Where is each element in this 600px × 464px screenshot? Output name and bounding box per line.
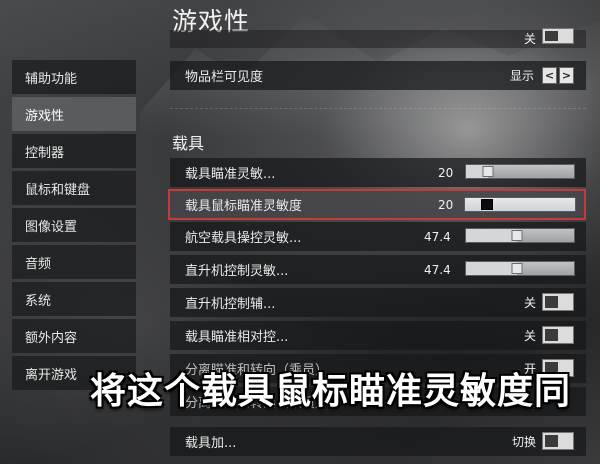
- setting-toggle[interactable]: [542, 326, 574, 344]
- setting-row-vehicle-aim-relative[interactable]: 载具瞄准相对控... 关: [170, 321, 586, 350]
- sidebar-item-label: 游戏性: [25, 108, 65, 124]
- toggle-knob: [545, 329, 558, 341]
- setting-label: 航空载具操控灵敏...: [185, 231, 302, 246]
- setting-value: 关: [523, 32, 536, 46]
- sidebar-item-audio[interactable]: 音频: [12, 245, 136, 279]
- sidebar-item-extra-content[interactable]: 额外内容: [12, 319, 136, 353]
- sidebar-item-system[interactable]: 系统: [12, 282, 136, 316]
- setting-value: 20: [438, 197, 454, 212]
- setting-label: 物品栏可见度: [185, 70, 264, 85]
- setting-label: 载具鼠标瞄准灵敏度: [185, 199, 303, 214]
- setting-row-vehicle-acceleration[interactable]: 载具加... 切换: [170, 427, 586, 456]
- chevron-right-icon[interactable]: >: [559, 67, 574, 84]
- option-arrows: < >: [542, 67, 574, 84]
- slider-thumb[interactable]: [482, 166, 494, 177]
- sensitivity-slider[interactable]: [465, 261, 575, 276]
- sidebar-item-gameplay[interactable]: 游戏性: [12, 97, 136, 131]
- sidebar-item-label: 控制器: [25, 145, 65, 161]
- slider-thumb[interactable]: [511, 263, 523, 274]
- video-subtitle: 将这个载具鼠标瞄准灵敏度同: [90, 371, 572, 412]
- setting-value: 切换: [511, 435, 536, 449]
- section-divider: [170, 108, 586, 109]
- sidebar-item-mouse-keyboard[interactable]: 鼠标和键盘: [12, 171, 136, 205]
- sidebar-item-label: 额外内容: [25, 330, 78, 346]
- settings-sidebar: 辅助功能 游戏性 控制器 鼠标和键盘 图像设置 音频 系统 额外内容 离开游戏: [12, 60, 136, 393]
- setting-toggle[interactable]: [542, 28, 574, 44]
- toggle-knob: [545, 31, 558, 41]
- sidebar-item-label: 图像设置: [25, 219, 78, 235]
- slider-thumb[interactable]: [511, 230, 523, 241]
- setting-label: 载具瞄准相对控...: [185, 330, 289, 345]
- setting-label: 直升机控制辅...: [185, 297, 276, 312]
- sensitivity-slider[interactable]: [465, 164, 575, 179]
- setting-value: 20: [438, 165, 454, 180]
- setting-toggle[interactable]: [542, 293, 574, 311]
- setting-value: 显示: [509, 69, 534, 83]
- sensitivity-slider[interactable]: [465, 228, 575, 243]
- chevron-left-icon[interactable]: <: [542, 67, 557, 84]
- setting-value: 47.4: [424, 262, 451, 277]
- setting-row-air-vehicle-sensitivity[interactable]: 航空载具操控灵敏... 47.4: [170, 222, 586, 251]
- setting-row-helicopter-assist[interactable]: 直升机控制辅... 关: [170, 288, 586, 317]
- setting-row-inventory-visibility[interactable]: 物品栏可见度 显示 < >: [170, 61, 586, 90]
- setting-label: 载具加...: [185, 436, 237, 451]
- setting-label: 直升机控制灵敏...: [185, 264, 289, 279]
- setting-row-partial[interactable]: 关: [170, 28, 586, 48]
- slider-fill: [466, 229, 517, 242]
- sidebar-item-label: 辅助功能: [25, 71, 78, 87]
- sidebar-item-accessibility[interactable]: 辅助功能: [12, 60, 136, 94]
- sidebar-item-graphics[interactable]: 图像设置: [12, 208, 136, 242]
- sidebar-item-label: 系统: [25, 293, 52, 309]
- setting-row-helicopter-sensitivity[interactable]: 直升机控制灵敏... 47.4: [170, 255, 586, 284]
- setting-value: 关: [523, 329, 536, 343]
- setting-value: 47.4: [424, 229, 451, 244]
- sensitivity-slider[interactable]: [464, 197, 576, 212]
- sidebar-item-controller[interactable]: 控制器: [12, 134, 136, 168]
- section-title-vehicle: 载具: [172, 134, 205, 153]
- setting-row-vehicle-mouse-aim-sensitivity[interactable]: 载具鼠标瞄准灵敏度 20: [168, 189, 586, 220]
- toggle-knob: [545, 296, 558, 308]
- setting-toggle[interactable]: [542, 432, 574, 450]
- slider-thumb[interactable]: [481, 199, 493, 210]
- sidebar-item-label: 音频: [25, 256, 52, 272]
- setting-label: 载具瞄准灵敏...: [185, 167, 276, 182]
- setting-row-vehicle-aim-sensitivity[interactable]: 载具瞄准灵敏... 20: [170, 158, 586, 187]
- setting-value: 关: [523, 296, 536, 310]
- sidebar-item-label: 鼠标和键盘: [25, 182, 91, 198]
- slider-fill: [466, 262, 517, 275]
- sidebar-item-label: 离开游戏: [25, 367, 78, 383]
- toggle-knob: [545, 435, 558, 447]
